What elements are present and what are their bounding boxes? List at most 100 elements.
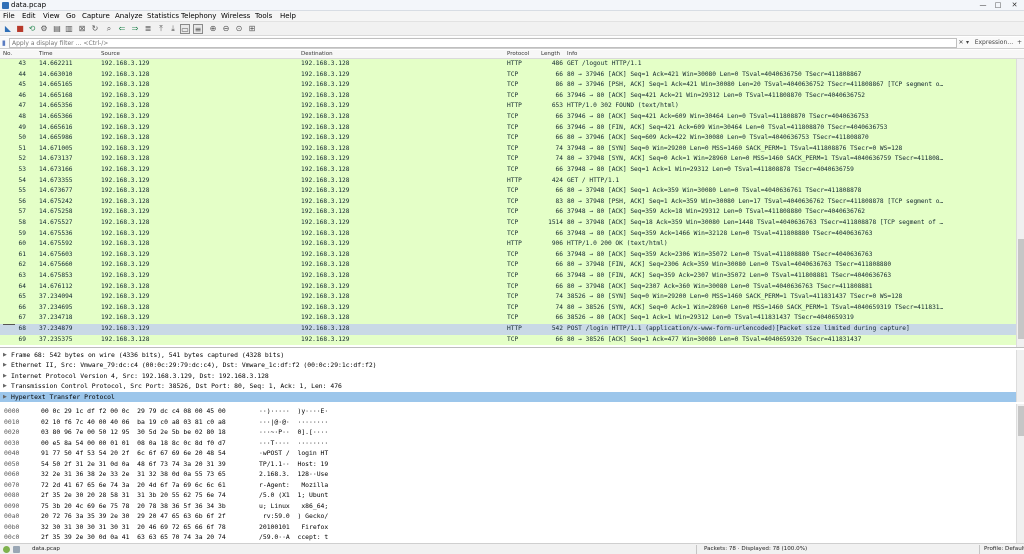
zoom-out-icon[interactable]: ⊖ [221, 24, 231, 34]
detail-row-tcp[interactable]: ▶ Transmission Control Protocol, Src Port… [0, 381, 1016, 391]
packet-row[interactable]: 43 14.662211 192.168.3.129 192.168.3.128 HTT… [0, 59, 1016, 70]
minimize-button[interactable]: — [976, 0, 990, 11]
packet-row[interactable]: 44 14.663010 192.168.3.128 192.168.3.129 TCP… [0, 69, 1016, 81]
byte-row[interactable]: 0000 00 0c 29 1c df f2 00 0c 29 79 dc c4 … [0, 406, 400, 417]
byte-row[interactable]: 0060 32 2e 31 36 38 2e 33 2e 31 32 38 0d … [0, 469, 400, 480]
packet-row[interactable]: 50 14.665986 192.168.3.128 192.168.3.129 TCP… [0, 133, 1016, 144]
file-icon[interactable]: ▥ [64, 24, 74, 34]
menu-edit[interactable]: Edit [22, 12, 36, 21]
byte-row[interactable]: 00c0 2f 35 39 2e 30 0d 0a 41 63 63 65 70 … [0, 532, 400, 543]
byte-row[interactable]: 0010 02 10 f6 7c 40 00 40 06 ba 19 c0 a8 … [0, 417, 400, 428]
packet-row[interactable]: 52 14.673137 192.168.3.128 192.168.3.129 TCP… [0, 154, 1016, 165]
byte-row[interactable]: 0020 03 80 96 7e 00 50 12 95 30 5d 2e 5b … [0, 427, 400, 438]
detail-row-ethernet[interactable]: ▶ Ethernet II, Src: Vmware_79:dc:c4 (00:0… [0, 360, 1016, 370]
zoom-in-icon[interactable]: ⊕ [208, 24, 218, 34]
byte-row[interactable]: 00a0 20 72 76 3a 35 39 2e 30 29 20 47 65 … [0, 511, 400, 522]
packet-row[interactable]: 68 37.234879 192.168.3.129 192.168.3.128 HTT… [0, 324, 1016, 335]
menu-analyze[interactable]: Analyze [115, 12, 143, 21]
packet-row[interactable]: 49 14.665616 192.168.3.129 192.168.3.128 TCP… [0, 122, 1016, 134]
packet-row[interactable]: 56 14.675242 192.168.3.128 192.168.3.129 TCP… [0, 196, 1016, 208]
expression-button[interactable]: Expression… [972, 38, 1016, 48]
packet-row[interactable]: 59 14.675536 192.168.3.129 192.168.3.128 TCP… [0, 228, 1016, 240]
expand-arrow-icon[interactable]: ▶ [3, 371, 7, 381]
byte-row[interactable]: 0030 00 e5 8a 54 00 00 01 01 08 0a 18 8c … [0, 438, 400, 449]
close-button[interactable]: ✕ [1006, 0, 1023, 11]
restart-icon[interactable]: ⟲ [27, 24, 37, 34]
packet-row[interactable]: 60 14.675592 192.168.3.128 192.168.3.129 HTT… [0, 239, 1016, 250]
packet-list-scrollbar[interactable] [1016, 59, 1024, 347]
expand-arrow-icon[interactable]: ▶ [3, 350, 7, 360]
options-gear-icon[interactable]: ⚙ [39, 24, 49, 34]
byte-row[interactable]: 00b0 32 30 31 30 30 31 30 31 20 46 69 72 … [0, 522, 400, 533]
packet-row[interactable]: 63 14.675853 192.168.3.129 192.168.3.128 TCP… [0, 271, 1016, 282]
column-header-info[interactable]: Info [567, 50, 577, 59]
autoscroll-icon[interactable]: ▭ [180, 24, 190, 34]
column-header-no[interactable]: No. [3, 50, 12, 59]
stop-icon[interactable]: ■ [15, 24, 25, 34]
expand-arrow-icon[interactable]: ▶ [3, 360, 7, 370]
add-filter-button[interactable]: + [1016, 38, 1023, 48]
forward-arrow-icon[interactable]: ⇒ [130, 24, 140, 34]
packet-row[interactable]: 58 14.675527 192.168.3.128 192.168.3.129 TCP… [0, 218, 1016, 229]
packet-row[interactable]: 62 14.675660 192.168.3.129 192.168.3.128 TCP… [0, 260, 1016, 271]
packet-row[interactable]: 53 14.673166 192.168.3.129 192.168.3.128 TCP… [0, 165, 1016, 176]
detail-row-ip[interactable]: ▶ Internet Protocol Version 4, Src: 192.1… [0, 371, 1016, 381]
expand-arrow-icon[interactable]: ▶ [3, 381, 7, 391]
packet-row[interactable]: 65 37.234094 192.168.3.129 192.168.3.128 TCP… [0, 292, 1016, 303]
column-header-time[interactable]: Time [39, 50, 52, 59]
scrollbar-thumb[interactable] [1018, 239, 1024, 339]
packet-row[interactable]: 64 14.676112 192.168.3.128 192.168.3.129 TCP… [0, 281, 1016, 293]
scrollbar-thumb[interactable] [1018, 406, 1024, 436]
display-filter-input[interactable] [9, 38, 957, 48]
colorize-icon[interactable]: ≡ [193, 24, 203, 34]
status-profile[interactable]: Profile: Default [984, 545, 1024, 554]
last-packet-icon[interactable]: ⤓ [168, 24, 178, 34]
byte-row[interactable]: 0080 2f 35 2e 30 20 28 58 31 31 3b 20 55 … [0, 490, 400, 501]
byte-row[interactable]: 0050 54 50 2f 31 2e 31 0d 0a 48 6f 73 74 … [0, 459, 400, 470]
menu-telephony[interactable]: Telephony [181, 12, 216, 21]
packet-row[interactable]: 55 14.673677 192.168.3.128 192.168.3.129 TCP… [0, 186, 1016, 197]
packet-row[interactable]: 69 37.235375 192.168.3.128 192.168.3.129 TCP… [0, 334, 1016, 346]
first-packet-icon[interactable]: ⤒ [156, 24, 166, 34]
menu-file[interactable]: File [3, 12, 15, 21]
bytes-scrollbar[interactable] [1016, 404, 1024, 543]
packet-row[interactable]: 61 14.675603 192.168.3.129 192.168.3.128 TCP… [0, 249, 1016, 261]
byte-row[interactable]: 0040 91 77 50 4f 53 54 20 2f 6c 6f 67 69 … [0, 448, 400, 459]
details-scrollbar[interactable] [1016, 350, 1024, 402]
open-folder-icon[interactable]: ▤ [52, 24, 62, 34]
menu-help[interactable]: Help [280, 12, 296, 21]
packet-row[interactable]: 48 14.665366 192.168.3.129 192.168.3.128 TCP… [0, 112, 1016, 123]
packet-row[interactable]: 54 14.673355 192.168.3.129 192.168.3.128 HTT… [0, 175, 1016, 187]
packet-row[interactable]: 51 14.671005 192.168.3.129 192.168.3.128 TCP… [0, 143, 1016, 155]
column-header-length[interactable]: Length [541, 50, 560, 59]
filter-bookmark-icon[interactable]: ▮ [2, 39, 8, 47]
column-header-source[interactable]: Source [101, 50, 120, 59]
shark-fin-start-icon[interactable]: ◣ [3, 24, 13, 34]
byte-row[interactable]: 0090 75 3b 20 4c 69 6e 75 78 20 78 38 36 … [0, 501, 400, 512]
menu-tools[interactable]: Tools [255, 12, 272, 21]
detail-row-http[interactable]: ▶ Hypertext Transfer Protocol [0, 391, 1016, 402]
back-arrow-icon[interactable]: ⇐ [117, 24, 127, 34]
expand-arrow-icon[interactable]: ▶ [3, 392, 7, 402]
close-file-icon[interactable]: ⊠ [77, 24, 87, 34]
go-to-packet-icon[interactable]: ≣ [143, 24, 153, 34]
packet-row[interactable]: 46 14.665168 192.168.3.129 192.168.3.128 TCP… [0, 90, 1016, 102]
packet-row[interactable]: 66 37.234695 192.168.3.128 192.168.3.129 TCP… [0, 302, 1016, 314]
column-header-protocol[interactable]: Protocol [507, 50, 529, 59]
menu-statistics[interactable]: Statistics [147, 12, 179, 21]
packet-row[interactable]: 47 14.665356 192.168.3.128 192.168.3.129 HTT… [0, 101, 1016, 112]
normal-size-icon[interactable]: ⊙ [234, 24, 244, 34]
menu-wireless[interactable]: Wireless [221, 12, 250, 21]
menu-capture[interactable]: Capture [82, 12, 110, 21]
packet-row[interactable]: 67 37.234718 192.168.3.129 192.168.3.128 TCP… [0, 313, 1016, 324]
capture-file-properties-icon[interactable] [13, 546, 20, 553]
filter-history-dropdown-icon[interactable]: ▾ [964, 38, 971, 48]
resize-columns-icon[interactable]: ⊞ [247, 24, 257, 34]
byte-row[interactable]: 0070 72 2d 41 67 65 6e 74 3a 20 4d 6f 7a … [0, 480, 400, 491]
find-icon[interactable]: ⌕ [104, 24, 114, 34]
column-header-destination[interactable]: Destination [301, 50, 333, 59]
detail-row-frame[interactable]: ▶ Frame 68: 542 bytes on wire (4336 bits)… [0, 350, 1016, 360]
maximize-button[interactable]: □ [991, 0, 1005, 11]
packet-row[interactable]: 57 14.675258 192.168.3.129 192.168.3.128 TCP… [0, 207, 1016, 218]
packet-row[interactable]: 45 14.665165 192.168.3.128 192.168.3.129 TCP… [0, 80, 1016, 91]
